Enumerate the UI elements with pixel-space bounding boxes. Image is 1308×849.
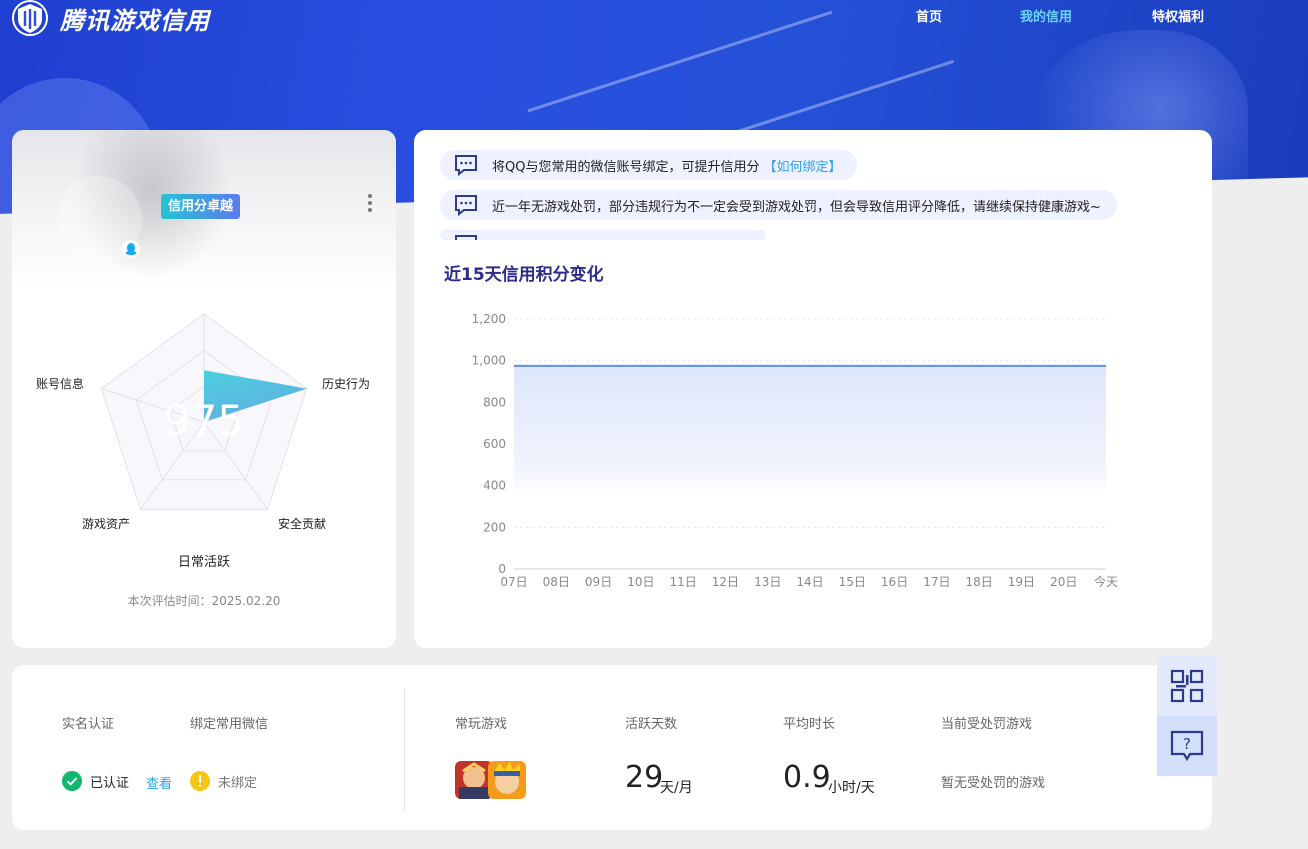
more-options-icon[interactable] — [365, 192, 375, 214]
credit-trend-chart: 0 200 400 600 800 1,000 1,200 07日 08日 09日 10日 11日 1… — [472, 312, 1118, 589]
active-days-value: 29 — [625, 760, 664, 795]
nav-my-credit[interactable]: 我的信用 — [1020, 6, 1072, 25]
chart-y-tick-label: 1,000 — [472, 354, 506, 368]
message-icon — [455, 235, 477, 240]
chart-x-tick-label: 12日 — [712, 575, 739, 589]
chart-x-tick-label: 09日 — [585, 575, 612, 589]
chart-y-tick-label: 800 — [483, 395, 506, 409]
active-days-unit: 天/月 — [660, 780, 693, 796]
wechat-status: 未绑定 — [190, 771, 257, 791]
warning-circle-icon — [190, 771, 210, 791]
help-feedback-button[interactable]: ? — [1157, 716, 1217, 776]
nav-privileges[interactable]: 特权福利 — [1152, 6, 1204, 25]
credit-level-badge: 信用分卓越 — [161, 194, 241, 219]
chart-x-tick-label: 13日 — [754, 575, 781, 589]
wechat-label: 绑定常用微信 — [190, 717, 269, 732]
chart-x-tick-label: 07日 — [500, 575, 527, 589]
credit-score: 975 — [164, 396, 244, 445]
penalty-label: 当前受处罚游戏 — [941, 717, 1033, 732]
chart-x-tick-label: 今天 — [1094, 574, 1118, 589]
chart-x-tick-label: 19日 — [1008, 575, 1035, 589]
chart-x-tick-label: 10日 — [627, 575, 654, 589]
app-logo[interactable]: 腾讯游戏信用 — [12, 0, 210, 36]
shield-logo-icon — [12, 0, 48, 36]
notice-clipped — [440, 230, 766, 240]
realname-status: 已认证 — [62, 771, 129, 791]
game-icon-naruto[interactable] — [488, 761, 526, 799]
chart-x-tick-label: 15日 — [839, 575, 866, 589]
chart-y-tick-label: 600 — [483, 437, 506, 451]
chart-x-axis: 07日 08日 09日 10日 11日 12日 13日 14日 15日 16日 17日 18日 19日 2… — [500, 574, 1118, 589]
message-icon — [455, 195, 477, 216]
evaluation-time: 本次评估时间：2025.02.20 — [127, 594, 281, 608]
chart-x-tick-label: 20日 — [1050, 575, 1077, 589]
qr-code-icon — [1170, 669, 1204, 703]
credit-radar-chart: 日常活跃 历史行为 安全贡献 游戏资产 账号信息 975 — [36, 313, 370, 570]
radar-label-assets: 游戏资产 — [82, 517, 130, 531]
chart-x-tick-label: 16日 — [881, 575, 908, 589]
chart-x-tick-label: 17日 — [923, 575, 950, 589]
chart-y-tick-label: 1,200 — [472, 312, 506, 326]
chart-x-tick-label: 18日 — [966, 575, 993, 589]
active-days-label: 活跃天数 — [625, 717, 678, 732]
games-label: 常玩游戏 — [455, 717, 508, 732]
notice-text: 近一年无游戏处罚，部分违规行为不一定会受到游戏处罚，但会导致信用评分降低，请继续… — [492, 199, 1101, 215]
chart-area-fill — [514, 365, 1106, 494]
nav-home[interactable]: 首页 — [916, 6, 942, 25]
radar-label-daily-activity: 日常活跃 — [178, 555, 230, 570]
chart-y-tick-label: 400 — [483, 479, 506, 493]
chart-y-axis: 0 200 400 600 800 1,000 1,200 — [472, 312, 506, 576]
wechat-status-text: 未绑定 — [218, 775, 258, 791]
radar-label-security: 安全贡献 — [278, 516, 326, 531]
credit-profile-card: 信用分卓越 日常活跃 历史行为 安全贡献 游戏资产 账号信息 975 本次评估时… — [12, 130, 396, 648]
notice-no-penalty: 近一年无游戏处罚，部分违规行为不一定会受到游戏处罚，但会导致信用评分降低，请继续… — [440, 190, 1117, 220]
chart-y-tick-label: 200 — [483, 520, 506, 534]
check-circle-icon — [62, 771, 82, 791]
avg-time-label: 平均时长 — [783, 717, 836, 732]
notice-text: 将QQ与您常用的微信账号绑定，可提升信用分 — [492, 159, 760, 175]
how-to-bind-link[interactable]: 【如何绑定】 — [763, 156, 841, 175]
help-chat-icon: ? — [1170, 730, 1204, 762]
realname-status-text: 已认证 — [90, 775, 130, 791]
app-title: 腾讯游戏信用 — [60, 6, 210, 35]
chart-x-tick-label: 08日 — [543, 575, 570, 589]
avg-time-value: 0.9 — [783, 760, 831, 795]
chart-y-tick-label: 0 — [498, 562, 506, 576]
notice-bind-wechat: 将QQ与您常用的微信账号绑定，可提升信用分 【如何绑定】 — [440, 150, 858, 180]
penalty-status: 暂无受处罚的游戏 — [941, 776, 1046, 791]
qr-code-button[interactable] — [1157, 656, 1217, 716]
qq-icon — [122, 240, 140, 258]
account-summary-card: 实名认证 绑定常用微信 已认证 查看 未绑定 常玩游戏 活跃天数 29 天/月 … — [12, 665, 1212, 830]
radar-label-history: 历史行为 — [322, 377, 370, 391]
svg-text:?: ? — [1183, 735, 1191, 753]
chart-x-tick-label: 11日 — [670, 575, 697, 589]
credit-trend-card: 将QQ与您常用的微信账号绑定，可提升信用分 【如何绑定】 近一年无游戏处罚，部分… — [414, 130, 1212, 648]
realname-label: 实名认证 — [62, 717, 115, 732]
section-divider — [404, 688, 405, 812]
view-realname-link[interactable]: 查看 — [146, 773, 172, 792]
message-icon — [455, 155, 477, 176]
avg-time-unit: 小时/天 — [828, 780, 875, 796]
radar-label-account: 账号信息 — [36, 376, 84, 391]
chart-x-tick-label: 14日 — [796, 575, 823, 589]
banner-streak — [527, 10, 833, 113]
chart-title: 近15天信用积分变化 — [444, 265, 604, 285]
